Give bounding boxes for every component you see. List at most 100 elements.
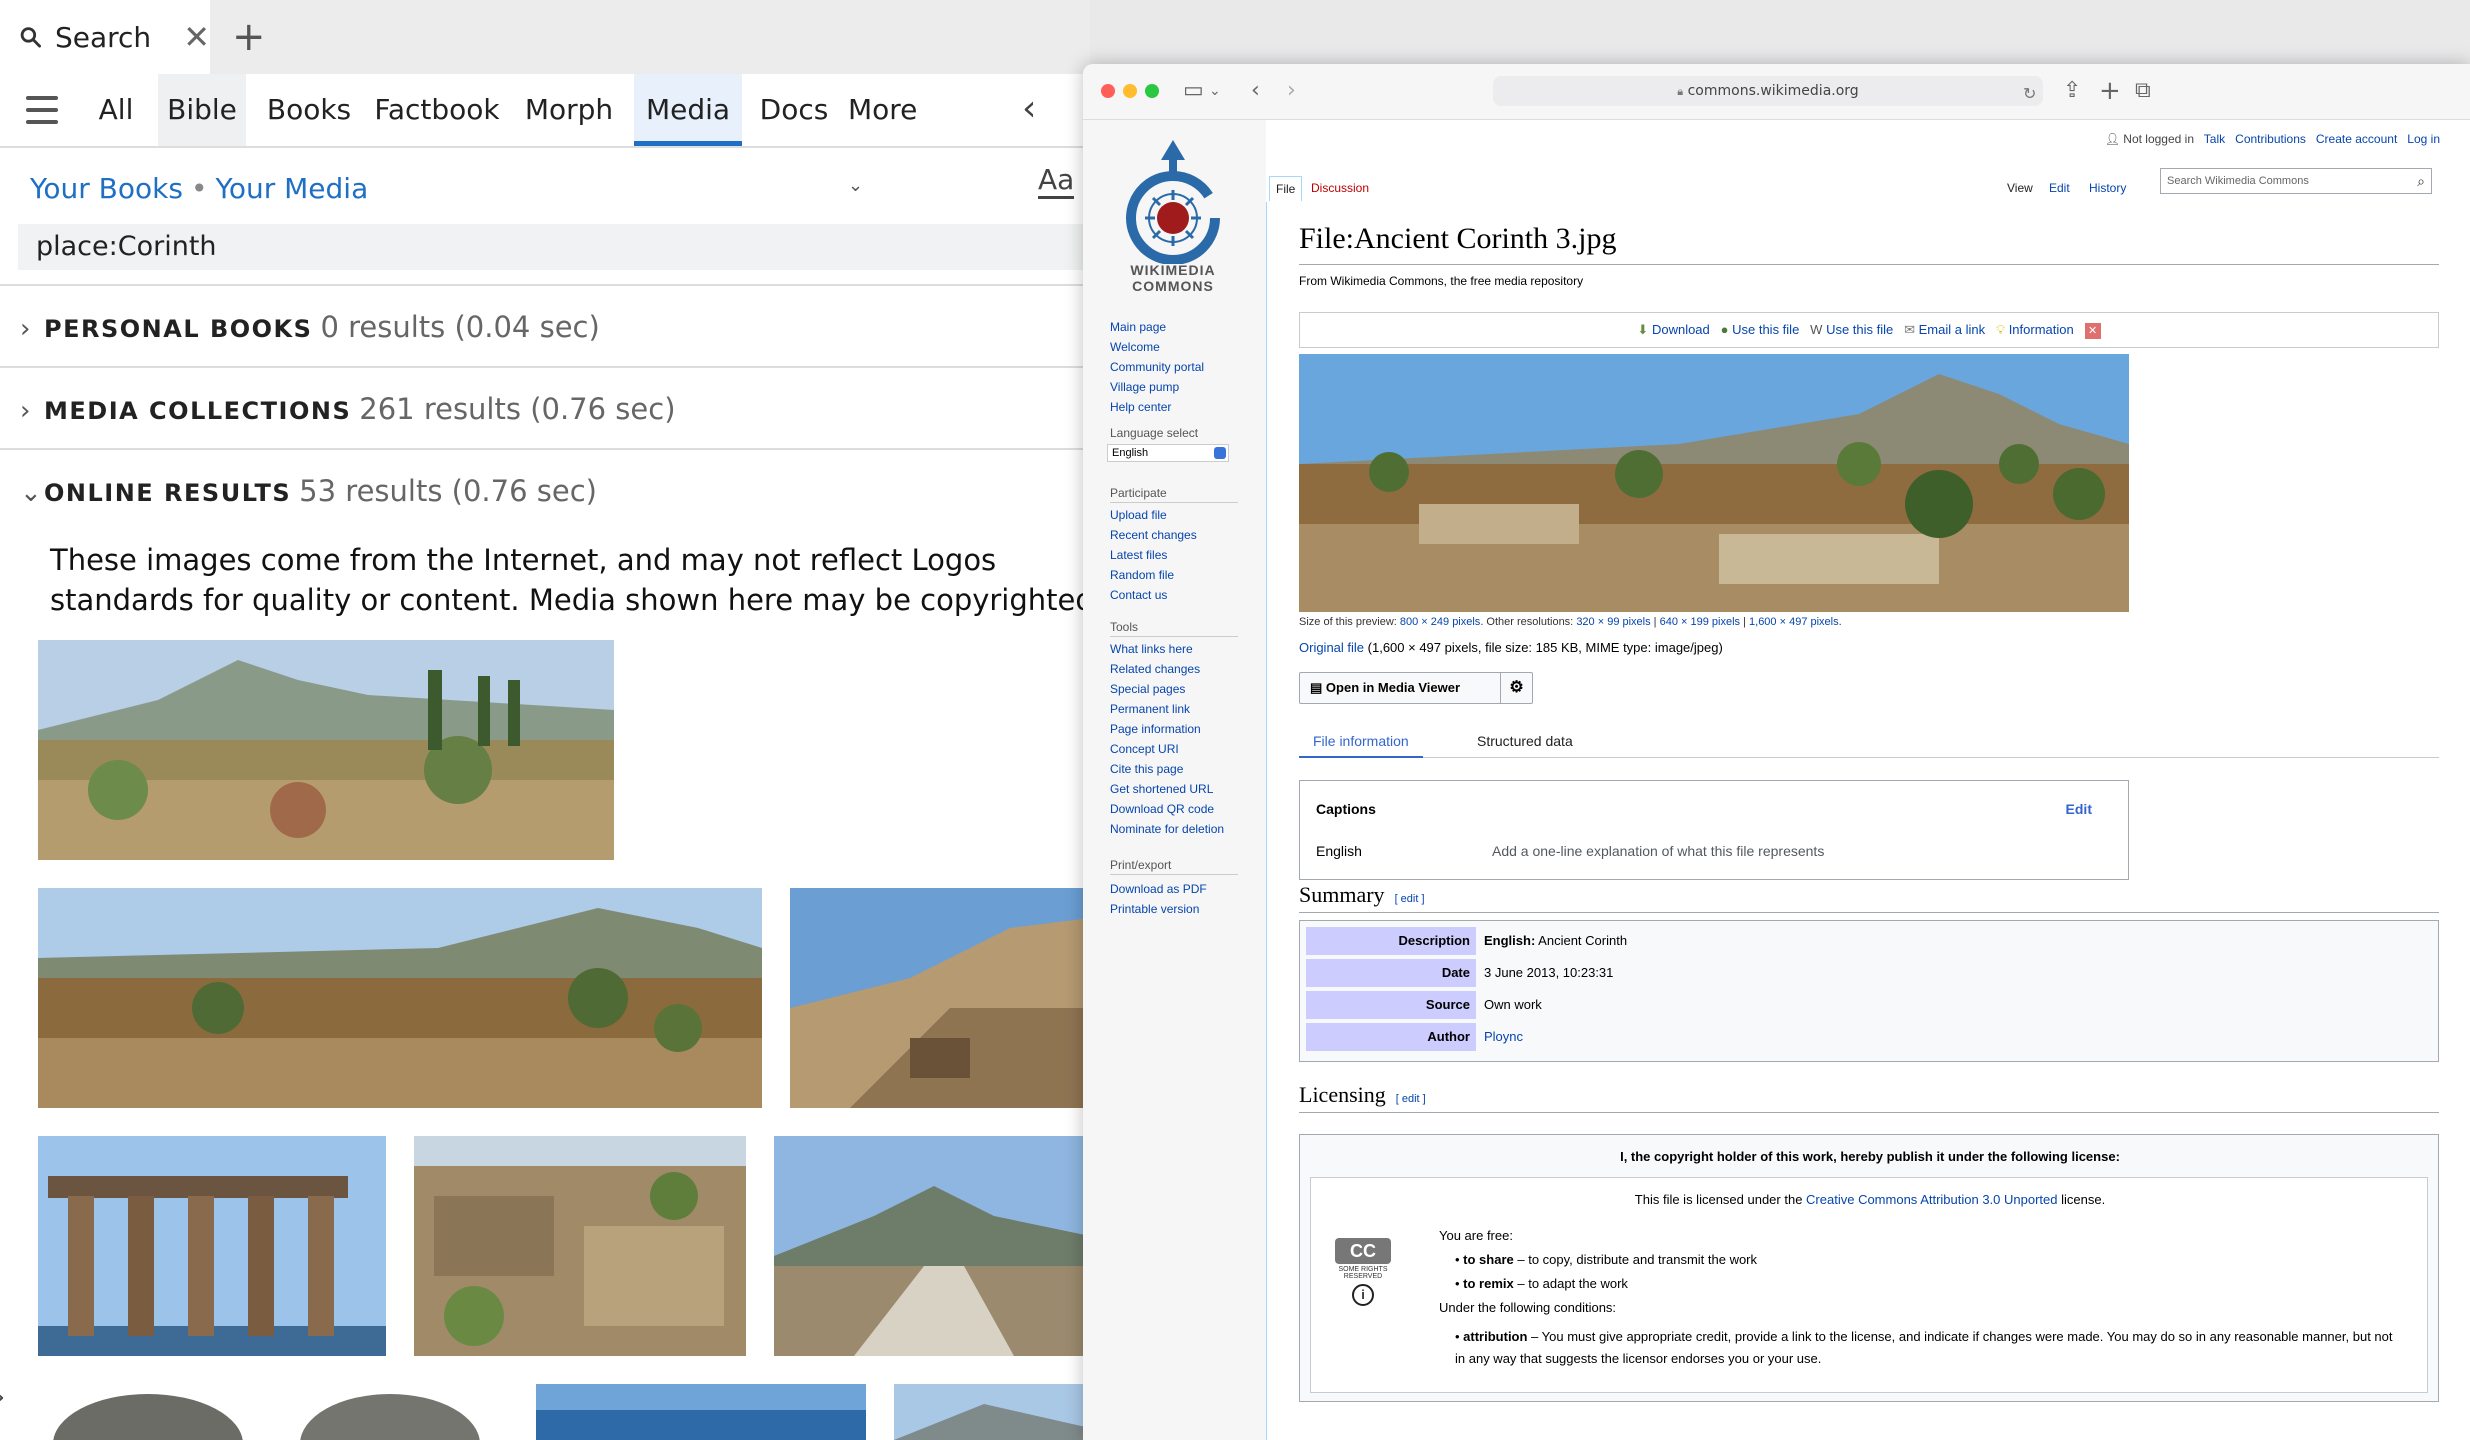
media-thumbnail[interactable] (894, 1384, 1090, 1440)
sidebar-link-get-shortened-url[interactable]: Get shortened URL (1110, 782, 1213, 796)
tab-view[interactable]: View (2001, 176, 2039, 200)
use-this-file-wiki-link[interactable]: Use this file (1826, 322, 1893, 337)
wikimedia-commons-logo[interactable]: WIKIMEDIA COMMONS (1113, 134, 1233, 294)
menu-icon[interactable] (26, 96, 58, 124)
sidebar-link-cite-this-page[interactable]: Cite this page (1110, 762, 1183, 776)
sidebar-link-nominate-deletion[interactable]: Nominate for deletion (1110, 822, 1224, 836)
sidebar-link-random-file[interactable]: Random file (1110, 568, 1174, 582)
sidebar-link-download-pdf[interactable]: Download as PDF (1110, 882, 1207, 896)
sidebar-link-community-portal[interactable]: Community portal (1110, 360, 1204, 374)
talk-link[interactable]: Talk (2204, 132, 2225, 146)
captions-edit-link[interactable]: Edit (2066, 801, 2092, 817)
nav-factbook[interactable]: Factbook (370, 74, 504, 146)
media-thumbnail[interactable] (790, 888, 1090, 1108)
sidebar-link-download-qr-code[interactable]: Download QR code (1110, 802, 1214, 816)
nav-docs[interactable]: Docs (756, 74, 832, 146)
close-icon[interactable]: ✕ (2084, 323, 2101, 339)
chevron-left-icon[interactable]: ‹ (1022, 88, 1036, 129)
text-size-icon[interactable]: Aa (1038, 164, 1075, 199)
nav-media[interactable]: Media (634, 74, 742, 146)
sidebar-link-contact-us[interactable]: Contact us (1110, 588, 1167, 602)
size-640-link[interactable]: 640 × 199 pixels (1660, 616, 1740, 628)
sidebar-link-latest-files[interactable]: Latest files (1110, 548, 1167, 562)
create-account-link[interactable]: Create account (2316, 132, 2397, 146)
media-thumbnail[interactable] (536, 1384, 866, 1440)
author-link[interactable]: Ploync (1484, 1023, 1523, 1051)
reload-icon[interactable]: ↻ (2023, 81, 2036, 107)
nav-more[interactable]: More ⌄ (848, 74, 940, 196)
media-thumbnail[interactable] (290, 1384, 490, 1440)
new-tab-icon[interactable]: + (232, 14, 266, 60)
language-select[interactable]: English (1107, 444, 1229, 462)
tab-file[interactable]: File (1269, 176, 1303, 201)
cc-by-license-link[interactable]: Creative Commons Attribution 3.0 Unporte… (1806, 1192, 2057, 1207)
your-books-link[interactable]: Your Books (30, 172, 183, 205)
size-320-link[interactable]: 320 × 99 pixels (1576, 616, 1650, 628)
contributions-link[interactable]: Contributions (2235, 132, 2306, 146)
caption-placeholder[interactable]: Add a one-line explanation of what this … (1492, 843, 1824, 859)
open-in-media-viewer-button[interactable]: ▤ Open in Media Viewer ⚙ (1299, 672, 1533, 704)
media-thumbnail[interactable] (38, 1384, 258, 1440)
nav-morph[interactable]: Morph (518, 74, 620, 146)
section-personal-books[interactable]: › PERSONAL BOOKS 0 results (0.04 sec) (20, 302, 600, 352)
tab-history[interactable]: History (2083, 176, 2132, 200)
tab-edit[interactable]: Edit (2043, 176, 2076, 200)
size-1600-link[interactable]: 1,600 × 497 pixels (1749, 616, 1839, 628)
sidebar-link-upload-file[interactable]: Upload file (1110, 508, 1167, 522)
close-tab-icon[interactable]: ✕ (183, 18, 210, 56)
minimize-window-button[interactable] (1123, 84, 1137, 98)
chevron-right-icon[interactable]: › (0, 1380, 5, 1413)
section-media-collections[interactable]: › MEDIA COLLECTIONS 261 results (0.76 sec) (20, 384, 676, 434)
forward-icon[interactable]: › (1287, 78, 1296, 104)
nav-books[interactable]: Books (260, 74, 358, 146)
search-icon[interactable]: ⌕ (2417, 169, 2425, 193)
close-window-button[interactable] (1101, 84, 1115, 98)
sidebar-link-welcome[interactable]: Welcome (1110, 340, 1160, 354)
sidebar-link-permanent-link[interactable]: Permanent link (1110, 702, 1190, 716)
wiki-search-input[interactable]: Search Wikimedia Commons ⌕ (2160, 168, 2432, 194)
chevron-down-icon[interactable]: ⌄ (1209, 78, 1221, 104)
sidebar-link-page-information[interactable]: Page information (1110, 722, 1201, 736)
sidebar-link-village-pump[interactable]: Village pump (1110, 380, 1179, 394)
nav-bible[interactable]: Bible (158, 74, 246, 146)
cc-logo[interactable]: CC SOME RIGHTS RESERVED i (1323, 1238, 1403, 1306)
email-a-link[interactable]: Email a link (1919, 322, 1985, 337)
sidebar-link-what-links-here[interactable]: What links here (1110, 642, 1193, 656)
size-800-link[interactable]: 800 × 249 pixels (1400, 616, 1480, 628)
licensing-edit-link[interactable]: [ edit ] (1396, 1093, 1426, 1105)
information-link[interactable]: Information (2009, 322, 2074, 337)
media-thumbnail[interactable] (38, 1136, 386, 1356)
log-in-link[interactable]: Log in (2407, 132, 2440, 146)
sidebar-link-related-changes[interactable]: Related changes (1110, 662, 1200, 676)
sidebar-link-help-center[interactable]: Help center (1110, 400, 1171, 414)
original-file-link[interactable]: Original file (1299, 640, 1364, 655)
tab-structured-data[interactable]: Structured data (1463, 726, 1587, 758)
media-thumbnail[interactable] (38, 640, 614, 860)
media-thumbnail[interactable] (414, 1136, 746, 1356)
summary-edit-link[interactable]: [ edit ] (1395, 893, 1425, 905)
zoom-window-button[interactable] (1145, 84, 1159, 98)
tab-file-information[interactable]: File information (1299, 726, 1423, 758)
sidebar-link-concept-uri[interactable]: Concept URI (1110, 742, 1179, 756)
new-tab-icon[interactable]: + (2099, 78, 2121, 104)
download-link[interactable]: Download (1652, 322, 1710, 337)
sidebar-link-special-pages[interactable]: Special pages (1110, 682, 1185, 696)
address-bar[interactable]: 🔒︎ commons.wikimedia.org (1493, 76, 2043, 106)
sidebar-link-recent-changes[interactable]: Recent changes (1110, 528, 1197, 542)
tab-discussion[interactable]: Discussion (1305, 176, 1375, 200)
nav-all[interactable]: All (88, 74, 144, 146)
gear-icon[interactable]: ⚙ (1500, 673, 1532, 703)
media-thumbnail[interactable] (774, 1136, 1090, 1356)
sidebar-link-printable-version[interactable]: Printable version (1110, 902, 1199, 916)
search-tab[interactable]: Search ✕ (0, 0, 210, 74)
share-icon[interactable]: ⇪ (2063, 78, 2081, 104)
media-thumbnail[interactable] (38, 888, 762, 1108)
use-this-file-web-link[interactable]: Use this file (1732, 322, 1799, 337)
section-online-results[interactable]: ⌄ONLINE RESULTS 53 results (0.76 sec) (20, 466, 597, 516)
file-preview-image[interactable] (1299, 354, 2129, 612)
search-input[interactable]: place:Corinth (18, 224, 1090, 270)
back-icon[interactable]: ‹ (1251, 78, 1260, 104)
sidebar-link-main-page[interactable]: Main page (1110, 320, 1166, 334)
tab-overview-icon[interactable]: ⧉ (2135, 78, 2151, 104)
sidebar-toggle-icon[interactable]: ▭ (1183, 78, 1204, 104)
